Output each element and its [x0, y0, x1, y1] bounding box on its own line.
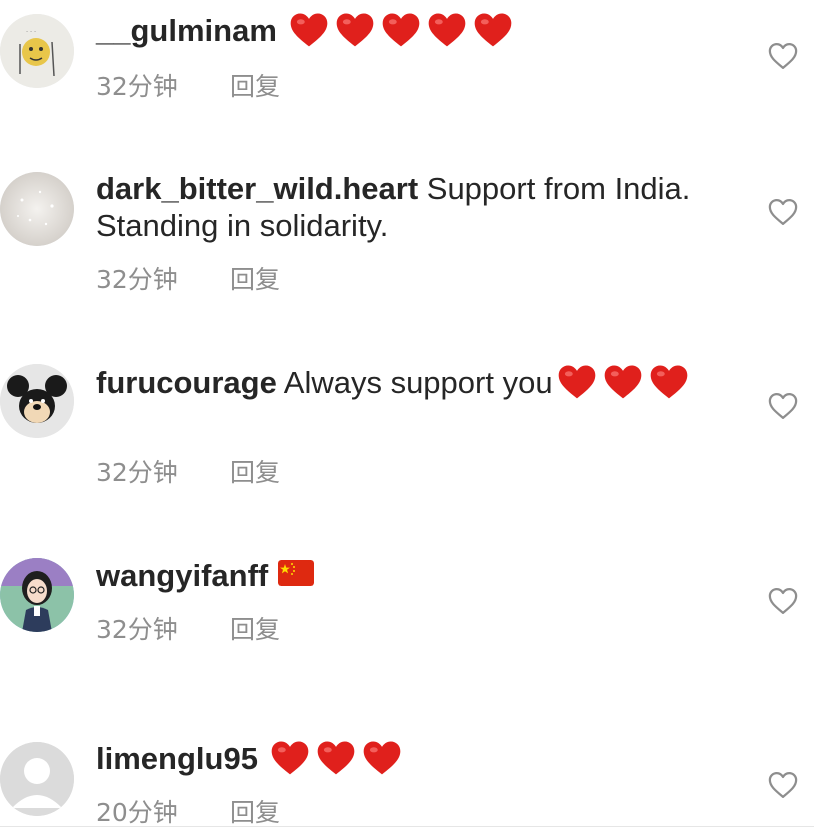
comment-time: 32分钟 [96, 72, 178, 101]
red-heart-icon [289, 12, 331, 49]
avatar[interactable] [0, 172, 74, 246]
comment-text: limenglu95 [96, 740, 716, 777]
comment-username[interactable]: limenglu95 [96, 741, 258, 776]
avatar[interactable] [0, 742, 74, 816]
comment-text: wangyifanff [96, 557, 716, 594]
like-button[interactable] [768, 392, 798, 420]
mouse-plush-avatar-icon [0, 364, 74, 438]
comment-text: __gulminam [96, 12, 716, 49]
reply-button[interactable]: 回复 [230, 72, 280, 102]
avatar[interactable]: ᐧ ᐧ ᐧ [0, 14, 74, 88]
heart-outline-icon [768, 43, 798, 69]
heart-outline-icon [768, 772, 798, 798]
red-heart-icon [603, 364, 645, 401]
reply-button[interactable]: 回复 [230, 265, 280, 295]
comment-username[interactable]: wangyifanff [96, 558, 268, 593]
like-button[interactable] [768, 771, 798, 799]
cartoon-girl-avatar-icon [0, 558, 74, 632]
red-heart-icon [270, 740, 312, 777]
reply-button[interactable]: 回复 [230, 798, 280, 828]
like-button[interactable] [768, 198, 798, 226]
sketch-avatar-icon: ᐧ ᐧ ᐧ [0, 14, 74, 88]
red-heart-icon [427, 12, 469, 49]
like-button[interactable] [768, 42, 798, 70]
comment-text: dark_bitter_wild.heart Support from Indi… [96, 170, 716, 244]
comment-time: 20分钟 [96, 798, 178, 827]
like-button[interactable] [768, 587, 798, 615]
red-heart-icon [316, 740, 358, 777]
comment-text: furucourage Always support you [96, 364, 716, 401]
comment-username[interactable]: __gulminam [96, 13, 277, 48]
china-flag-icon [278, 560, 316, 588]
heart-emojis [553, 365, 691, 400]
svg-text:ᐧ ᐧ ᐧ: ᐧ ᐧ ᐧ [26, 28, 36, 36]
comment-meta: 32分钟 回复 [96, 615, 280, 645]
divider [0, 826, 814, 827]
sparkle-avatar-icon [0, 172, 74, 246]
red-heart-icon [473, 12, 515, 49]
avatar[interactable] [0, 364, 74, 438]
comment-time: 32分钟 [96, 458, 178, 487]
comment-username[interactable]: dark_bitter_wild.heart [96, 171, 418, 206]
red-heart-icon [362, 740, 404, 777]
heart-outline-icon [768, 393, 798, 419]
comment-meta: 32分钟 回复 [96, 72, 280, 102]
heart-emojis [266, 741, 404, 776]
comment-message: Always support you [276, 365, 553, 400]
reply-button[interactable]: 回复 [230, 615, 280, 645]
red-heart-icon [557, 364, 599, 401]
comment-time: 32分钟 [96, 265, 178, 294]
avatar[interactable] [0, 558, 74, 632]
comment-meta: 32分钟 回复 [96, 265, 280, 295]
red-heart-icon [335, 12, 377, 49]
comment-meta: 20分钟 回复 [96, 798, 280, 828]
default-avatar-icon [0, 742, 74, 816]
red-heart-icon [649, 364, 691, 401]
reply-button[interactable]: 回复 [230, 458, 280, 488]
heart-emojis [285, 13, 515, 48]
comment-meta: 32分钟 回复 [96, 458, 280, 488]
heart-outline-icon [768, 588, 798, 614]
comment-time: 32分钟 [96, 615, 178, 644]
heart-outline-icon [768, 199, 798, 225]
red-heart-icon [381, 12, 423, 49]
comment-username[interactable]: furucourage [96, 365, 277, 400]
